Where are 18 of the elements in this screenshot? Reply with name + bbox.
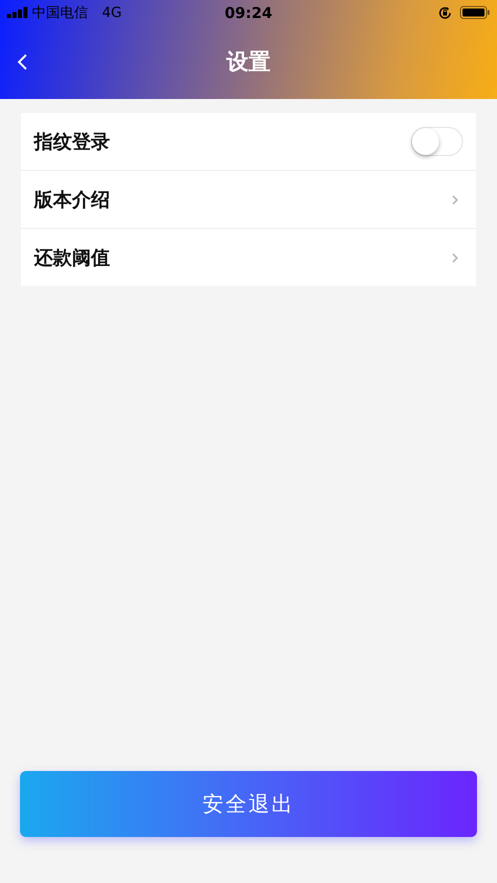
row-label: 版本介绍 bbox=[34, 188, 110, 212]
back-icon[interactable] bbox=[16, 53, 28, 71]
settings-row[interactable]: 版本介绍 bbox=[21, 171, 476, 229]
row-label: 还款阈值 bbox=[34, 246, 110, 270]
toggle-switch[interactable] bbox=[411, 127, 463, 156]
settings-row[interactable]: 还款阈值 bbox=[21, 229, 476, 286]
logout-button[interactable]: 安全退出 bbox=[20, 771, 477, 837]
battery-icon bbox=[460, 6, 490, 19]
status-time: 09:24 bbox=[224, 4, 272, 22]
row-label: 指纹登录 bbox=[34, 130, 110, 154]
carrier-name: 中国电信 bbox=[32, 4, 88, 22]
settings-row[interactable]: 指纹登录 bbox=[21, 113, 476, 171]
chevron-icon bbox=[452, 194, 458, 204]
signal-icon bbox=[7, 7, 28, 18]
chevron-icon bbox=[452, 252, 458, 262]
rotation-lock-icon bbox=[438, 6, 452, 20]
network-type: 4G bbox=[102, 4, 122, 20]
page-title: 设置 bbox=[226, 49, 270, 77]
